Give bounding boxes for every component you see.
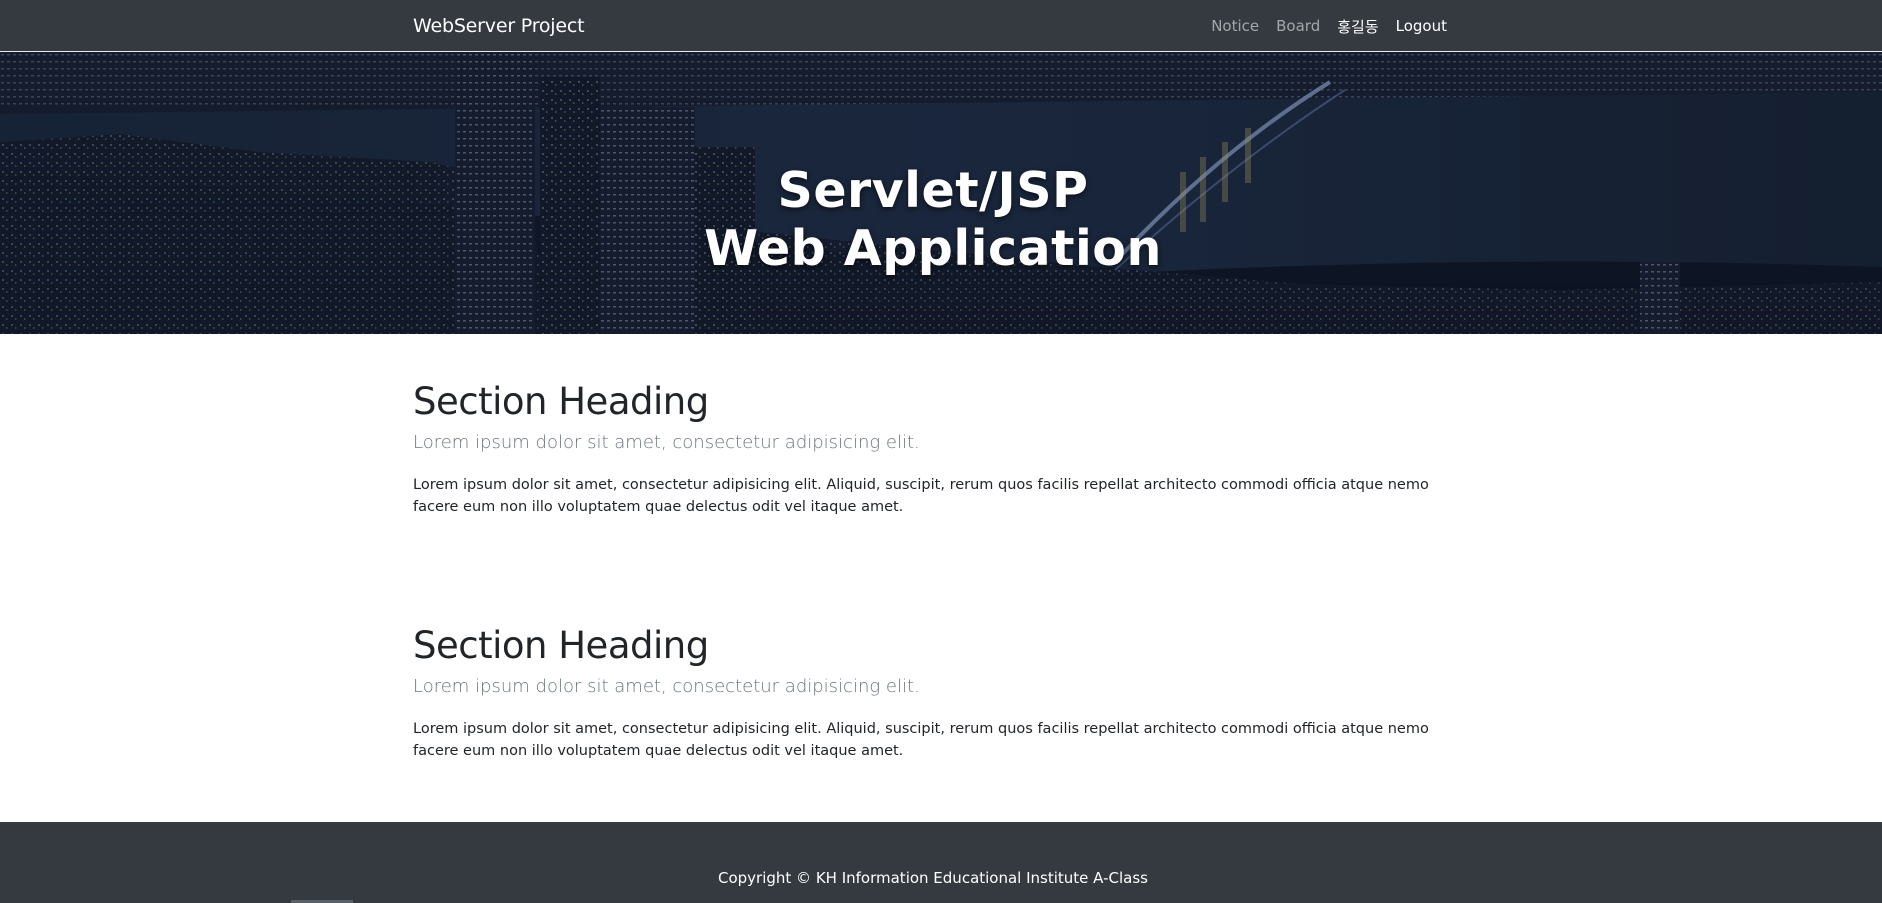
hero-title-line2: Web Application [704, 220, 1162, 277]
nav-link-user[interactable]: 홍길동 [1337, 16, 1378, 37]
section-body: Lorem ipsum dolor sit amet, consectetur … [413, 477, 1429, 515]
section-lead: Lorem ipsum dolor sit amet, consectetur … [413, 676, 920, 697]
footer-copyright: Copyright © KH Information Educational I… [718, 869, 1148, 887]
section-heading: Section Heading [413, 380, 709, 423]
section-lead: Lorem ipsum dolor sit amet, consectetur … [413, 432, 920, 453]
nav-links: Notice Board 홍길동 Logout [1211, 16, 1447, 37]
hero-banner: Servlet/JSP Web Application [0, 52, 1882, 334]
navbar-container: WebServer Project Notice Board 홍길동 Logou… [413, 0, 1447, 52]
brand-link[interactable]: WebServer Project [413, 15, 585, 37]
hero-title: Servlet/JSP Web Application [0, 162, 1866, 278]
content-section-1: Section Heading Lorem ipsum dolor sit am… [413, 380, 1447, 518]
nav-link-logout[interactable]: Logout [1396, 17, 1447, 35]
content-section-2: Section Heading Lorem ipsum dolor sit am… [413, 624, 1447, 762]
section-body: Lorem ipsum dolor sit amet, consectetur … [413, 721, 1429, 759]
nav-link-notice[interactable]: Notice [1211, 17, 1259, 35]
nav-link-board[interactable]: Board [1276, 17, 1320, 35]
hero-title-line1: Servlet/JSP [777, 162, 1089, 219]
top-navbar: WebServer Project Notice Board 홍길동 Logou… [0, 0, 1882, 52]
page-footer: Copyright © KH Information Educational I… [0, 822, 1882, 903]
section-heading: Section Heading [413, 624, 709, 667]
